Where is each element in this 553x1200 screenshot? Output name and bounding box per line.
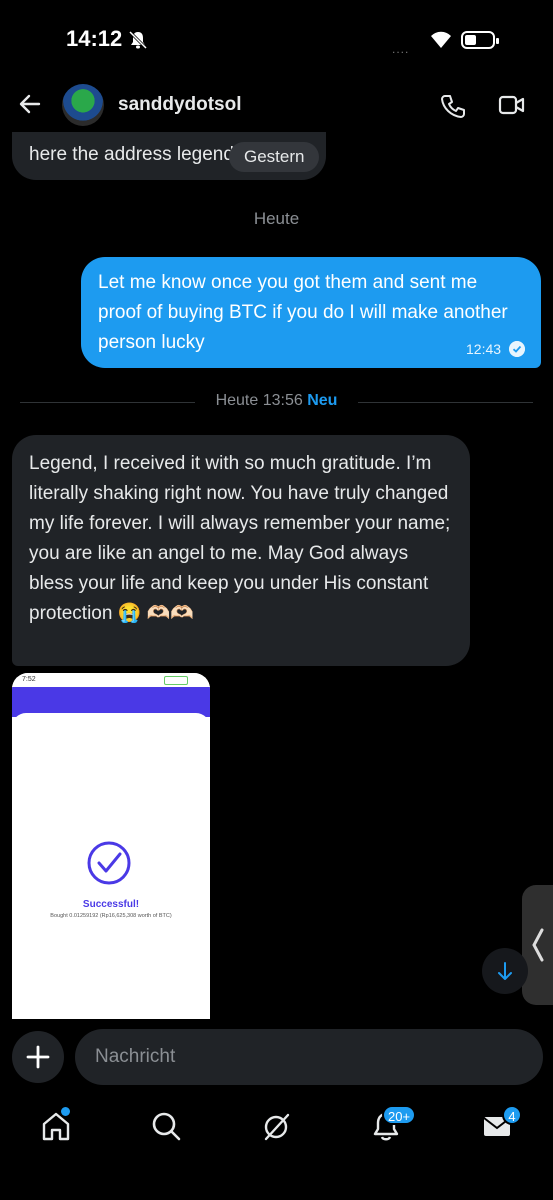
- notifications-badge: 20+: [382, 1105, 417, 1125]
- separator-time: Heute 13:56: [215, 392, 303, 409]
- video-icon[interactable]: [498, 93, 526, 117]
- grok-icon[interactable]: [258, 1108, 294, 1144]
- phone-icon[interactable]: [440, 93, 466, 119]
- messages-badge: 4: [502, 1105, 522, 1125]
- day-pill: Gestern: [229, 142, 320, 172]
- message-text: Let me know once you got them and sent m…: [98, 272, 508, 353]
- message-input[interactable]: [75, 1029, 543, 1085]
- image-success-subtitle: Bought 0.01259192 (Rp16,625,308 worth of…: [50, 913, 172, 919]
- day-label: Heute: [253, 209, 300, 228]
- image-battery-icon: [164, 676, 188, 685]
- new-label: Neu: [307, 392, 338, 409]
- back-arrow-icon[interactable]: [18, 92, 42, 116]
- chevron-left-icon[interactable]: [531, 928, 545, 962]
- avatar[interactable]: [62, 84, 104, 126]
- image-attachment[interactable]: 7:52 Successful! Bought 0.01259192 (Rp16…: [12, 673, 210, 1019]
- image-status-bar: 7:52: [12, 673, 210, 687]
- scroll-to-bottom-button[interactable]: [482, 948, 528, 994]
- message-text: Legend, I received it with so much grati…: [29, 453, 451, 624]
- read-check-icon: [509, 341, 525, 357]
- message-bubble-incoming[interactable]: Legend, I received it with so much grati…: [12, 435, 470, 666]
- message-text: here the address legend: [29, 144, 234, 165]
- plus-icon: [26, 1045, 50, 1069]
- image-status-time: 7:52: [22, 676, 36, 683]
- success-check-icon: [87, 841, 131, 885]
- battery-icon: [461, 31, 499, 49]
- search-icon[interactable]: [148, 1108, 184, 1144]
- bell-off-icon: [128, 30, 148, 50]
- chat-username[interactable]: sanddydotsol: [118, 94, 242, 116]
- signal-indicator: ....: [392, 42, 410, 56]
- message-time: 12:43: [466, 341, 502, 357]
- arrow-down-icon: [498, 962, 512, 980]
- add-media-button[interactable]: [12, 1031, 64, 1083]
- new-messages-separator: Heute 13:56 Neu: [0, 392, 553, 410]
- status-time: 14:12: [66, 26, 123, 51]
- home-notification-dot: [61, 1107, 70, 1116]
- image-success-title: Successful!: [82, 899, 140, 910]
- wifi-icon: [431, 31, 451, 48]
